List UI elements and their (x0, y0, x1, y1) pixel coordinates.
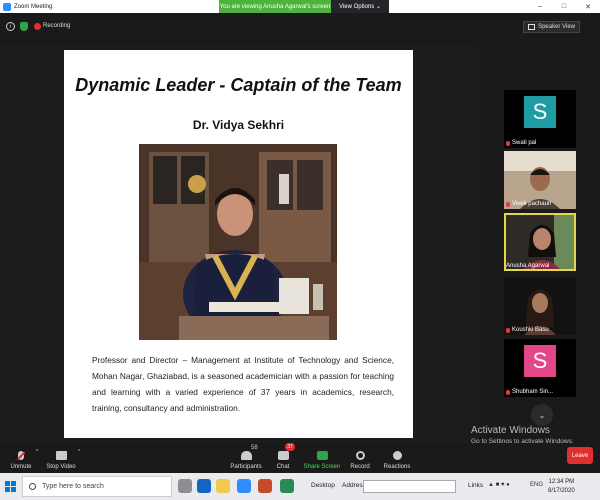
close-button[interactable]: ✕ (576, 0, 600, 13)
chat-button[interactable]: 37 Chat (272, 443, 295, 473)
participants-icon (240, 451, 252, 460)
presentation-slide: Dynamic Leader - Captain of the Team Dr.… (64, 50, 413, 438)
shared-screen: Dynamic Leader - Captain of the Team Dr.… (0, 45, 478, 443)
clock-date: 8/17/2020 (548, 488, 575, 494)
unmute-button[interactable]: Unmute (6, 443, 36, 473)
participant-panel: S Swati pal Vivek pachauri Anusha Agarwa… (478, 45, 600, 443)
viewing-banner: You are viewing Anusha Agarwal's screen … (219, 0, 389, 13)
links-toolbar-label[interactable]: Links (468, 482, 483, 489)
zoom-taskbar-icon[interactable] (237, 479, 251, 493)
reactions-icon (392, 451, 402, 460)
search-placeholder: Type here to search (42, 483, 104, 490)
file-explorer-icon[interactable] (216, 479, 230, 493)
record-icon (355, 451, 365, 460)
powerpoint-icon[interactable] (258, 479, 272, 493)
slide-heading: Dynamic Leader - Captain of the Team (75, 75, 402, 95)
portrait-image (139, 144, 337, 340)
participant-tile-active[interactable]: Anusha Agarwal (504, 213, 576, 271)
video-camera-icon (55, 451, 67, 460)
video-options-caret-icon[interactable]: ^ (78, 449, 80, 455)
recording-icon (34, 23, 41, 30)
minimize-button[interactable]: – (528, 0, 552, 13)
muted-mic-icon (506, 201, 510, 207)
participants-button[interactable]: 58 Participants (229, 443, 263, 473)
recording-label: Recording (43, 23, 71, 29)
task-view-icon[interactable] (178, 479, 192, 493)
excel-icon[interactable] (280, 479, 294, 493)
reactions-label: Reactions (383, 464, 411, 470)
meeting-top-bar: i Recording Speaker View (0, 13, 600, 45)
muted-mic-icon (506, 327, 510, 333)
desktop-toolbar-label[interactable]: Desktop (311, 482, 335, 489)
participant-name-tag: Shubham Sin... (506, 389, 553, 395)
participant-name-tag: Koushki Basu (506, 327, 549, 333)
participant-name-tag: Vivek pachauri (506, 201, 551, 207)
zoom-app-icon (3, 2, 11, 11)
audio-options-caret-icon[interactable]: ^ (36, 449, 38, 455)
language-indicator[interactable]: ENG (530, 482, 543, 488)
slide-bio-text: Professor and Director – Management at I… (92, 355, 394, 413)
share-screen-icon (316, 451, 328, 460)
shield-icon[interactable] (20, 22, 28, 31)
speaker-view-label: Speaker View (538, 24, 575, 30)
view-options-button[interactable]: View Options ⌄ (331, 0, 389, 13)
stop-video-button[interactable]: Stop Video (44, 443, 78, 473)
activate-windows-watermark: Activate Windows Go to Settings to activ… (471, 425, 574, 445)
speaker-view-button[interactable]: Speaker View (523, 21, 580, 33)
search-icon (29, 483, 36, 490)
clock-time: 12:34 PM (548, 479, 575, 485)
participant-name: Koushki Basu (512, 327, 549, 333)
participants-count: 58 (251, 445, 258, 451)
muted-microphone-icon (18, 451, 24, 460)
participant-name-tag: Anusha Agarwal (506, 263, 549, 269)
participant-tile[interactable]: Vivek pachauri (504, 151, 576, 209)
participants-label: Participants (230, 464, 262, 470)
chat-label: Chat (276, 464, 290, 470)
windows-start-icon[interactable] (5, 481, 16, 492)
participant-name: Swati pal (512, 140, 537, 146)
participant-tile[interactable]: Koushki Basu (504, 277, 576, 335)
stop-video-label: Stop Video (46, 464, 76, 470)
participant-avatar: S (524, 96, 556, 128)
address-input[interactable] (363, 480, 456, 493)
record-button[interactable]: Record (348, 443, 372, 473)
muted-mic-icon (506, 140, 510, 146)
chat-unread-badge: 37 (285, 443, 295, 451)
participant-avatar: S (524, 345, 556, 377)
slide-person-name: Dr. Vidya Sekhri (192, 118, 285, 132)
info-icon[interactable]: i (6, 22, 15, 31)
participant-name: Shubham Sin... (512, 389, 554, 395)
viewing-message: You are viewing Anusha Agarwal's screen (219, 0, 331, 13)
reactions-button[interactable]: Reactions (382, 443, 412, 473)
leave-button[interactable]: Leave (567, 447, 593, 464)
edge-browser-icon[interactable] (197, 479, 211, 493)
share-screen-button[interactable]: Share Screen (303, 443, 341, 473)
participant-name: Anusha Agarwal (506, 263, 550, 269)
muted-mic-icon (506, 389, 510, 395)
participant-name-tag: Swati pal (506, 140, 536, 146)
unmute-label: Unmute (10, 464, 32, 470)
taskbar-clock[interactable]: 12:34 PM 8/17/2020 (548, 478, 575, 496)
system-tray-icons[interactable]: ▲ ■ ♥ ● (488, 482, 510, 488)
portrait-photo (139, 144, 337, 340)
scroll-down-chevron-icon[interactable]: ⌄ (531, 404, 553, 426)
taskbar-search-box[interactable]: Type here to search (22, 476, 172, 497)
maximize-button[interactable]: □ (552, 0, 576, 13)
watermark-title: Activate Windows (471, 425, 550, 436)
window-title: Zoom Meeting (14, 3, 53, 10)
zoom-window: Zoom Meeting You are viewing Anusha Agar… (0, 0, 600, 500)
windows-taskbar: Type here to search Desktop Address Link… (0, 473, 600, 500)
share-screen-label: Share Screen (303, 464, 341, 470)
record-label: Record (350, 464, 370, 470)
participant-tile[interactable]: S Swati pal (504, 90, 576, 148)
meeting-toolbar: Unmute ^ Stop Video ^ 58 Participants 37… (0, 443, 600, 473)
grid-icon (528, 24, 536, 30)
participant-tile[interactable]: S Shubham Sin... (504, 339, 576, 397)
chat-icon (277, 451, 289, 460)
window-controls: – □ ✕ (528, 0, 600, 13)
participant-name: Vivek pachauri (512, 201, 552, 207)
